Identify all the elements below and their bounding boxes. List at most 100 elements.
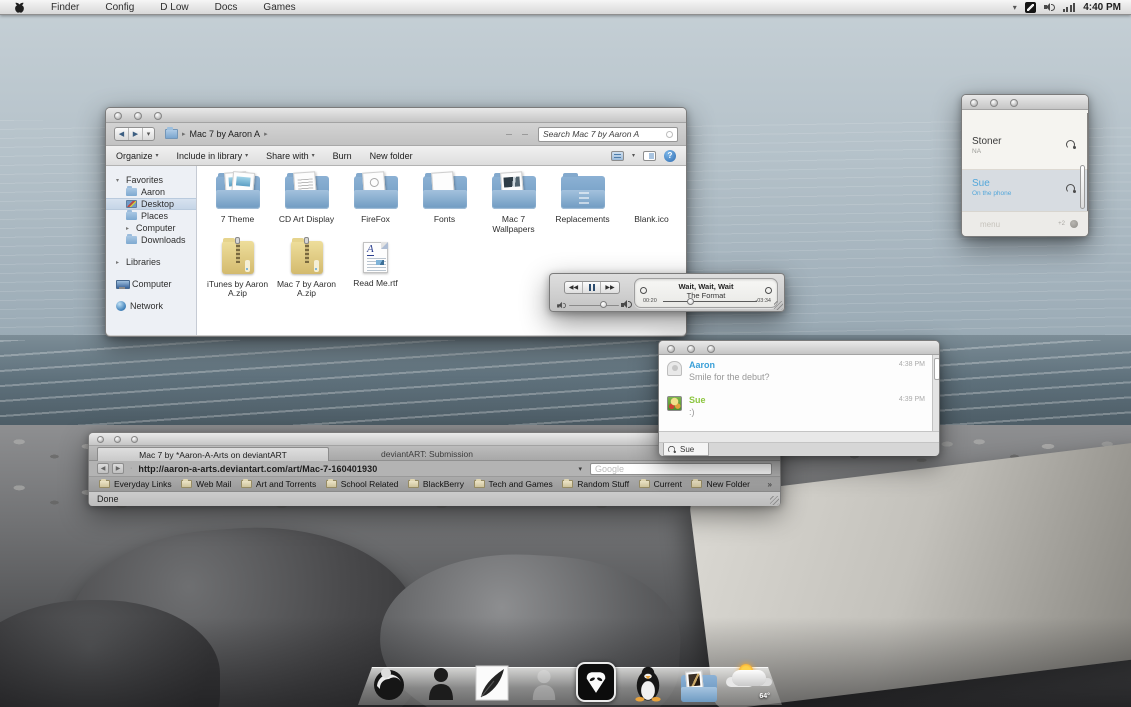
tray-app-icon[interactable] (1024, 1, 1036, 13)
minimize-window-button[interactable] (687, 345, 695, 353)
chat-titlebar[interactable] (659, 341, 939, 355)
sidebar-item-aaron[interactable]: Aaron (106, 186, 196, 198)
sidebar-item-computer-fav[interactable]: ▸ Computer (106, 222, 196, 234)
scrollbar[interactable] (932, 355, 939, 431)
history-caret-button[interactable]: ▾ (143, 128, 154, 140)
sidebar-item-network[interactable]: Network (106, 300, 196, 312)
contact-row[interactable]: Sue On the phone (962, 170, 1088, 213)
sidebar-group-libraries[interactable]: ▸ Libraries (106, 256, 196, 268)
ghost-app-dock-icon[interactable] (523, 658, 565, 702)
menu-button[interactable]: menu (980, 220, 1000, 229)
file-item[interactable]: Blank.ico (617, 170, 686, 235)
include-in-library-button[interactable]: Include in library ▾ (177, 151, 249, 161)
search-input[interactable] (543, 129, 661, 139)
explorer-folder-dock-icon[interactable] (678, 658, 720, 702)
google-search-input[interactable] (595, 463, 767, 474)
close-window-button[interactable] (970, 99, 978, 107)
disclosure-closed-icon[interactable]: ▸ (116, 259, 122, 266)
previous-track-button[interactable]: ◀◀ (565, 282, 583, 293)
browser-tab-active[interactable]: Mac 7 by *Aaron-A-Arts on deviantART (97, 447, 329, 461)
file-item[interactable]: Replacements (548, 170, 617, 235)
bookmark-folder[interactable]: Art and Torrents (240, 479, 316, 489)
views-caret-icon[interactable]: ▾ (632, 152, 635, 159)
firefox-mono-dock-icon[interactable] (368, 658, 410, 702)
gear-icon[interactable] (1070, 220, 1078, 228)
file-item[interactable]: CD Art Display (272, 170, 341, 235)
network-signal-icon[interactable] (1062, 2, 1076, 12)
explorer-titlebar[interactable] (106, 108, 686, 123)
close-window-button[interactable] (97, 436, 104, 443)
bookmark-folder[interactable]: BlackBerry (407, 479, 464, 489)
url-field[interactable]: http://aaron-a-arts.deviantart.com/art/M… (138, 464, 377, 474)
scrollbar-thumb[interactable] (1080, 165, 1085, 209)
file-item[interactable]: A Read Me.rtf (341, 235, 410, 300)
headset-icon[interactable] (1066, 184, 1076, 193)
url-dropdown-caret-icon[interactable]: ▾ (578, 465, 582, 473)
file-item[interactable]: FireFox (341, 170, 410, 235)
preview-pane-icon[interactable] (643, 150, 656, 161)
minimize-window-button[interactable] (114, 436, 121, 443)
menu-item-dlow[interactable]: D Low (160, 2, 188, 13)
back-button[interactable]: ◀ (97, 463, 109, 474)
menu-item-games[interactable]: Games (263, 2, 295, 13)
pause-button[interactable] (583, 282, 601, 293)
maximize-window-button[interactable] (1010, 99, 1018, 107)
change-view-icon[interactable] (610, 150, 624, 161)
minimize-window-button[interactable] (990, 99, 998, 107)
bookmark-folder[interactable]: Random Stuff (562, 479, 629, 489)
weather-dock-icon[interactable]: 64° (730, 658, 772, 702)
bookmark-folder[interactable]: Tech and Games (473, 479, 553, 489)
close-window-button[interactable] (114, 112, 122, 120)
menu-item-config[interactable]: Config (105, 2, 134, 13)
chat-tab-sue[interactable]: Sue (663, 443, 709, 456)
menu-item-docs[interactable]: Docs (215, 2, 238, 13)
volume-slider-thumb[interactable] (600, 301, 607, 308)
sidebar-item-downloads[interactable]: Downloads (106, 234, 196, 246)
help-icon[interactable]: ? (664, 149, 676, 162)
headset-icon[interactable] (1066, 140, 1076, 149)
bookmark-folder[interactable]: Everyday Links (99, 479, 172, 489)
bookmark-folder[interactable]: Web Mail (181, 479, 231, 489)
new-folder-button[interactable]: New folder (370, 151, 413, 161)
seek-bar-thumb[interactable] (687, 298, 694, 305)
maximize-window-button[interactable] (131, 436, 138, 443)
tux-penguin-dock-icon[interactable] (627, 658, 669, 702)
contact-row[interactable]: Stoner NA (962, 110, 1088, 170)
menu-item-finder[interactable]: Finder (51, 2, 79, 13)
file-item[interactable]: Mac 7 by Aaron A.zip (272, 235, 341, 300)
messenger-buddy-dock-icon[interactable] (420, 658, 462, 702)
tray-expand-caret-icon[interactable]: ▾ (1013, 3, 1017, 12)
bookmarks-overflow-chevron[interactable]: » (768, 480, 772, 489)
sidebar-item-desktop[interactable]: Desktop (106, 198, 196, 210)
minimize-window-button[interactable] (134, 112, 142, 120)
back-button[interactable]: ◀ (115, 128, 129, 140)
contacts-titlebar[interactable] (962, 95, 1088, 110)
disclosure-closed-icon[interactable]: ▸ (126, 225, 132, 232)
file-item[interactable]: Mac 7 Wallpapers (479, 170, 548, 235)
chat-input-field[interactable] (659, 431, 939, 443)
maximize-window-button[interactable] (707, 345, 715, 353)
next-track-button[interactable]: ▶▶ (601, 282, 619, 293)
sidebar-item-places[interactable]: Places (106, 210, 196, 222)
apple-menu-icon[interactable] (14, 1, 25, 14)
disclosure-open-icon[interactable]: ▾ (116, 177, 122, 184)
breadcrumb-separator[interactable]: ▸ (264, 130, 268, 138)
volume-slider-track[interactable] (569, 304, 619, 306)
volume-icon[interactable] (1043, 2, 1055, 12)
bookmark-folder[interactable]: New Folder (691, 479, 750, 489)
forward-button[interactable]: ▶ (129, 128, 143, 140)
sidebar-item-computer[interactable]: Computer (106, 278, 196, 290)
burn-button[interactable]: Burn (333, 151, 352, 161)
forward-button[interactable]: ▶ (112, 463, 124, 474)
resize-grip[interactable] (770, 496, 779, 505)
clock[interactable]: 4:40 PM (1083, 2, 1121, 13)
organize-button[interactable]: Organize ▾ (116, 151, 159, 161)
share-with-button[interactable]: Share with ▾ (266, 151, 315, 161)
file-item[interactable]: Fonts (410, 170, 479, 235)
close-window-button[interactable] (667, 345, 675, 353)
foobar2000-dock-icon[interactable] (575, 658, 617, 702)
feather-quill-dock-icon[interactable] (471, 658, 513, 702)
seek-bar-track[interactable] (663, 300, 757, 302)
resize-grip[interactable] (774, 301, 783, 310)
bookmark-folder[interactable]: School Related (325, 479, 398, 489)
